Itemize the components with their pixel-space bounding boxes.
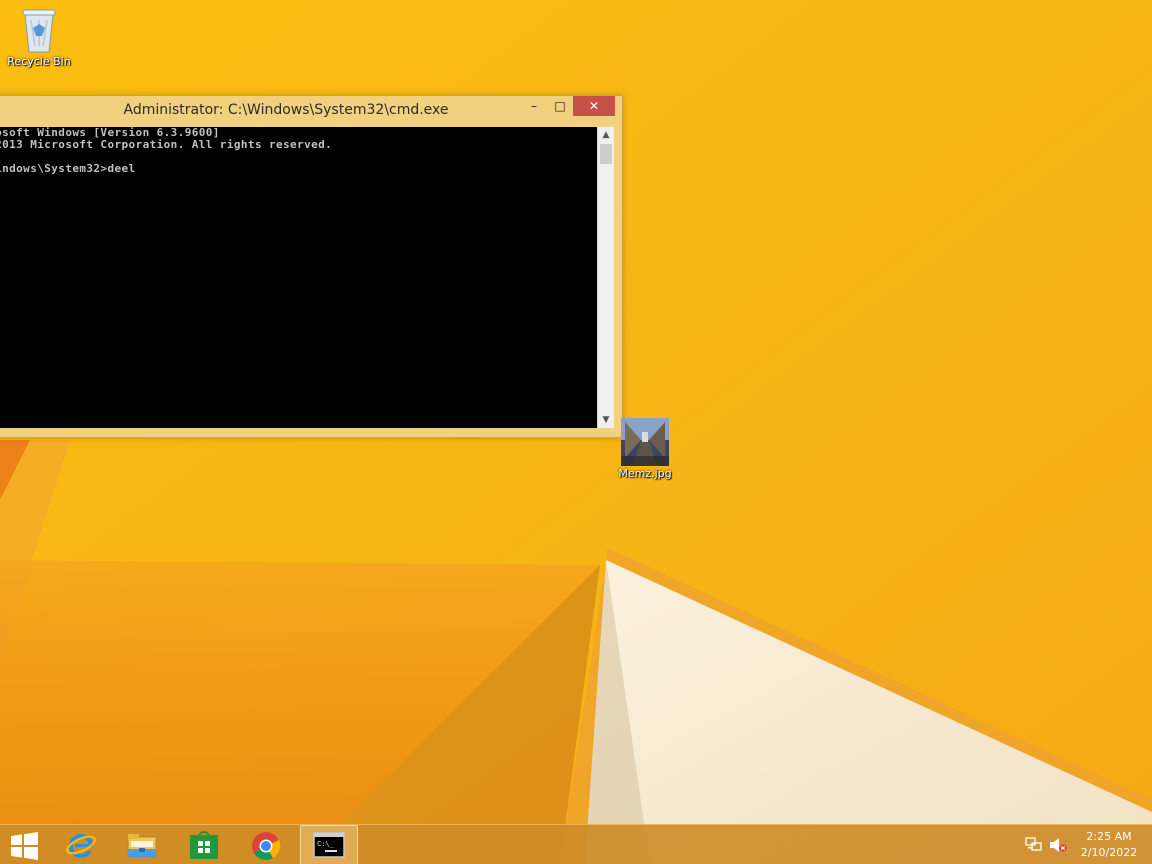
- image-file-icon: [621, 418, 669, 466]
- cmd-window[interactable]: Administrator: C:\Windows\System32\cmd.e…: [0, 95, 623, 438]
- windows-logo-icon: [11, 832, 38, 860]
- maximize-button[interactable]: □: [547, 96, 573, 116]
- volume-muted-icon[interactable]: [1049, 837, 1067, 853]
- svg-text:C:\_: C:\_: [317, 840, 335, 848]
- desktop-icon-label: Memz.jpg: [618, 467, 672, 480]
- recycle-bin-icon: [22, 9, 56, 53]
- window-title: Administrator: C:\Windows\System32\cmd.e…: [123, 102, 449, 118]
- close-button[interactable]: ✕: [573, 96, 615, 116]
- title-bar[interactable]: Administrator: C:\Windows\System32\cmd.e…: [0, 96, 622, 127]
- taskbar-chrome[interactable]: [237, 825, 295, 864]
- network-icon[interactable]: [1025, 837, 1043, 853]
- system-clock[interactable]: 2:25 AM 2/10/2022: [1074, 829, 1144, 861]
- desktop-icon-recycle-bin[interactable]: Recycle Bin: [0, 6, 79, 68]
- minimize-button[interactable]: –: [521, 96, 547, 116]
- store-icon: [190, 830, 218, 859]
- cmd-icon: C:\_: [313, 832, 345, 858]
- console-line: (c) 2013 Microsoft Corporation. All righ…: [0, 138, 333, 151]
- clock-date: 2/10/2022: [1080, 846, 1138, 859]
- console-output[interactable]: Microsoft Windows [Version 6.3.9600] (c)…: [0, 127, 597, 428]
- chrome-icon: [252, 832, 281, 860]
- taskbar-file-explorer[interactable]: [113, 825, 171, 864]
- internet-explorer-icon: [66, 834, 96, 858]
- console-prompt-line: C:\Windows\System32>deel: [0, 162, 136, 175]
- scroll-up-arrow-icon[interactable]: ▲: [598, 127, 614, 143]
- start-button[interactable]: [0, 825, 58, 864]
- vertical-scrollbar[interactable]: ▲ ▼: [597, 127, 614, 428]
- folder-icon: [127, 834, 157, 858]
- clock-time: 2:25 AM: [1086, 830, 1132, 843]
- taskbar: C:\_ 2:25 AM 2/10/2022: [0, 824, 1152, 864]
- desktop-icon-memz-jpg[interactable]: Memz.jpg: [605, 418, 685, 480]
- taskbar-internet-explorer[interactable]: [52, 825, 110, 864]
- scroll-thumb[interactable]: [600, 144, 612, 164]
- taskbar-store[interactable]: [175, 825, 233, 864]
- console-lines: Microsoft Windows [Version 6.3.9600] (c)…: [0, 127, 332, 175]
- desktop-icon-label: Recycle Bin: [7, 55, 71, 68]
- taskbar-command-prompt[interactable]: C:\_: [300, 825, 358, 864]
